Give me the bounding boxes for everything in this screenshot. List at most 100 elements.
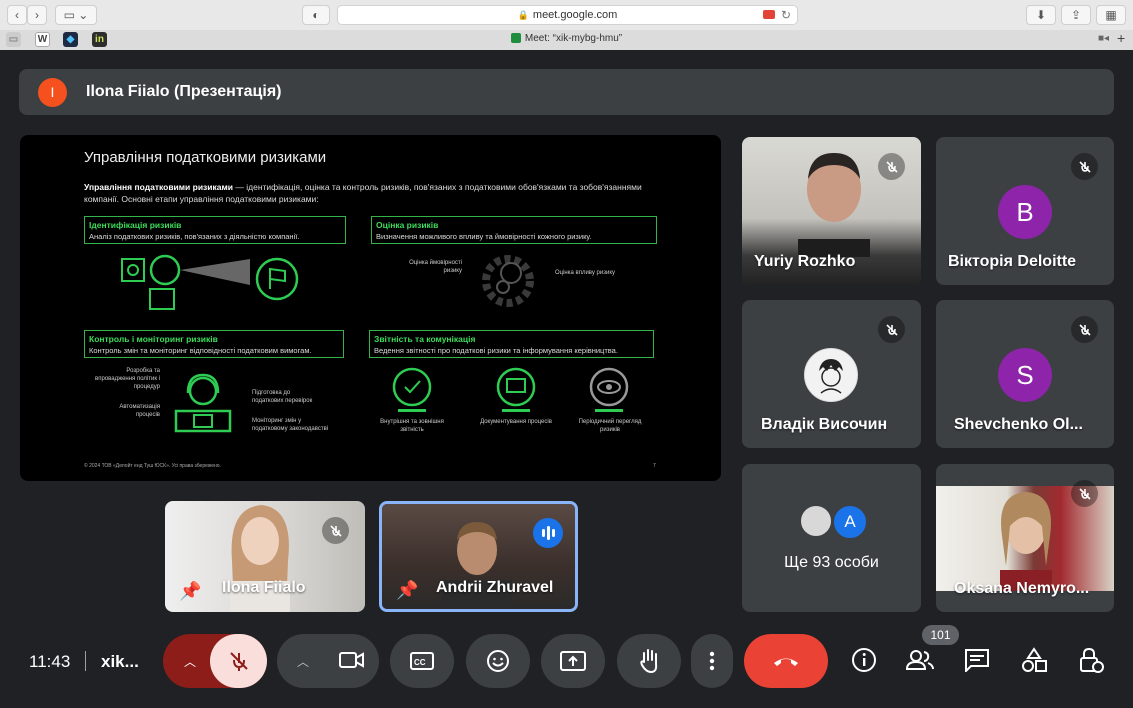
others-tile[interactable]: A Ще 93 особи [742, 464, 921, 612]
meeting-time: 11:43 [29, 652, 71, 671]
participant-tile-oksana[interactable]: Oksana Nemyro... [936, 464, 1114, 612]
camera-options-chevron-icon[interactable]: ︿ [297, 653, 309, 670]
hand-icon [640, 649, 658, 674]
download-button[interactable]: ⬇ [1026, 5, 1056, 25]
participant-avatar-image [804, 348, 858, 402]
participant-tile-andrii[interactable]: 📌 Andrii Zhuravel [379, 501, 578, 612]
more-vert-icon [709, 651, 715, 671]
others-count-label: Ще 93 особи [784, 554, 879, 571]
activities-button[interactable] [1017, 643, 1051, 677]
slide-label-monitor: Моніторинг змін у податковому законодавс… [252, 418, 329, 432]
shared-screen[interactable]: Управління податковими ризиками Управлін… [20, 135, 721, 481]
mic-off-icon [878, 316, 905, 343]
slide-label-impact: Оцінка впливу ризику [555, 270, 616, 276]
other-avatar: A [832, 504, 868, 540]
participant-tile-shevchenko[interactable]: S Shevchenko Ol... [936, 300, 1114, 448]
sidebar-toggle-button[interactable]: ▭ ⌄ [55, 5, 97, 25]
slide-label-automation: Автоматизація процесів [119, 404, 160, 418]
other-avatar-photo [799, 504, 833, 538]
participant-name: Shevchenko Ol... [954, 416, 1083, 433]
sync-report-icon [392, 367, 432, 412]
speaking-indicator-icon [533, 518, 563, 548]
participant-tile-ilona[interactable]: 📌 Ilona Fiialo [165, 501, 365, 612]
url-text: meet.google.com [532, 9, 618, 21]
mic-off-icon [1071, 316, 1098, 343]
person-silhouette [1000, 492, 1052, 591]
participant-tile-viktoria[interactable]: B Вікторія Deloitte [936, 137, 1114, 285]
mic-off-icon [229, 652, 248, 671]
camera-in-use-icon[interactable] [763, 10, 775, 19]
mic-off-icon [1071, 153, 1098, 180]
shapes-icon [1022, 647, 1047, 672]
svg-text:CC: CC [414, 658, 426, 667]
tab-meet[interactable]: Meet: “xik-mybg-hmu” [0, 33, 1133, 44]
mic-off-icon [878, 153, 905, 180]
participant-name: Владік Височин [761, 416, 888, 433]
reactions-button[interactable] [466, 634, 530, 688]
share-button[interactable]: ⇪ [1061, 5, 1091, 25]
tab-title: Meet: “xik-mybg-hmu” [524, 33, 623, 44]
hang-up-icon [774, 658, 798, 666]
slide-footer: © 2024 ТОВ «Делойт енд Туш ЮСК». Усі пра… [84, 463, 221, 469]
participant-tile-yuriy[interactable]: Yuriy Rozhko [742, 137, 921, 285]
info-icon [852, 648, 876, 672]
people-icon [906, 650, 934, 670]
lock-icon: 🔒 [517, 9, 529, 20]
participant-name: Oksana Nemyro... [954, 580, 1090, 597]
slide-box-control: Контроль і моніторинг ризиків Контроль зм… [84, 330, 344, 358]
meet-favicon-icon [510, 33, 521, 44]
slide-label-reporting: Внутрішня та зовнішня звітність [380, 419, 444, 433]
browser-toolbar: ‹ › ▭ ⌄ ◐ 🔒 meet.google.com ↻ ⬇ ⇪ ▦ ▭ W … [0, 0, 1133, 50]
new-tab-button[interactable]: + [1117, 30, 1125, 46]
pin-icon[interactable]: 📌 [179, 581, 201, 602]
more-options-button[interactable] [691, 634, 733, 688]
leave-call-button[interactable] [744, 634, 828, 688]
slide-intro: Управління податковими ризиками — іденти… [84, 182, 642, 204]
present-screen-button[interactable] [541, 634, 605, 688]
participant-avatar: B [998, 185, 1052, 239]
slide-label-probability: Оцінка ймовірності ризику [409, 260, 462, 274]
tab-overview-button[interactable]: ▦ [1096, 5, 1126, 25]
divider [85, 651, 86, 671]
mic-off-icon [322, 517, 349, 544]
chat-icon [965, 649, 989, 672]
participant-avatar: S [998, 348, 1052, 402]
people-button[interactable] [903, 643, 937, 677]
emoji-icon [487, 650, 509, 672]
back-button[interactable]: ‹ [7, 5, 27, 25]
tab-bar: ▭ W ◆ in Meet: “xik-mybg-hmu” ■◂ + [0, 30, 1133, 50]
reload-icon[interactable]: ↻ [781, 8, 791, 22]
slide-label-policies: Розробка та впровадження політик і проце… [95, 368, 160, 390]
operator-icon [174, 373, 232, 433]
camera-toggle-button[interactable] [335, 643, 369, 677]
meeting-code: xik... [101, 652, 139, 671]
pin-icon[interactable]: 📌 [396, 580, 418, 601]
privacy-shield-icon[interactable]: ◐ [302, 5, 330, 25]
lock-person-icon [1080, 647, 1104, 673]
gear-clock-icon [482, 255, 534, 307]
mic-options-chevron-icon[interactable]: ︿ [184, 653, 196, 670]
identification-illustration [121, 254, 299, 310]
person-silhouette [798, 153, 870, 257]
mic-toggle-button[interactable] [210, 634, 267, 688]
forward-button[interactable]: › [27, 5, 47, 25]
chat-button[interactable] [960, 643, 994, 677]
participant-tile-vladik[interactable]: Владік Височин [742, 300, 921, 448]
camera-icon [339, 652, 364, 668]
presenter-avatar: I [38, 77, 67, 107]
slide-label-documenting: Документування процесів [480, 419, 552, 425]
participant-name: Andrii Zhuravel [436, 579, 554, 596]
slide-box-identification: Ідентифікація ризиків Аналіз податкових р… [84, 216, 346, 244]
slide-box-reporting: Звітність та комунікація Ведення звітност… [369, 330, 654, 358]
address-bar[interactable]: 🔒 meet.google.com ↻ [337, 5, 798, 25]
eye-review-icon [589, 367, 629, 412]
slide-label-prep: Підготовка до податкових перевірок [252, 390, 313, 404]
host-controls-button[interactable] [1074, 643, 1108, 677]
slide-label-review: Періодичний перегляд ризиків [578, 419, 642, 433]
presenter-title: Ilona Fiialo (Презентація) [86, 83, 282, 100]
meeting-details-button[interactable] [847, 643, 881, 677]
presentation-header: I Ilona Fiialo (Презентація) [19, 69, 1114, 115]
slide-title: Управління податковими ризиками [84, 149, 327, 166]
raise-hand-button[interactable] [617, 634, 681, 688]
captions-button[interactable]: CC [390, 634, 454, 688]
